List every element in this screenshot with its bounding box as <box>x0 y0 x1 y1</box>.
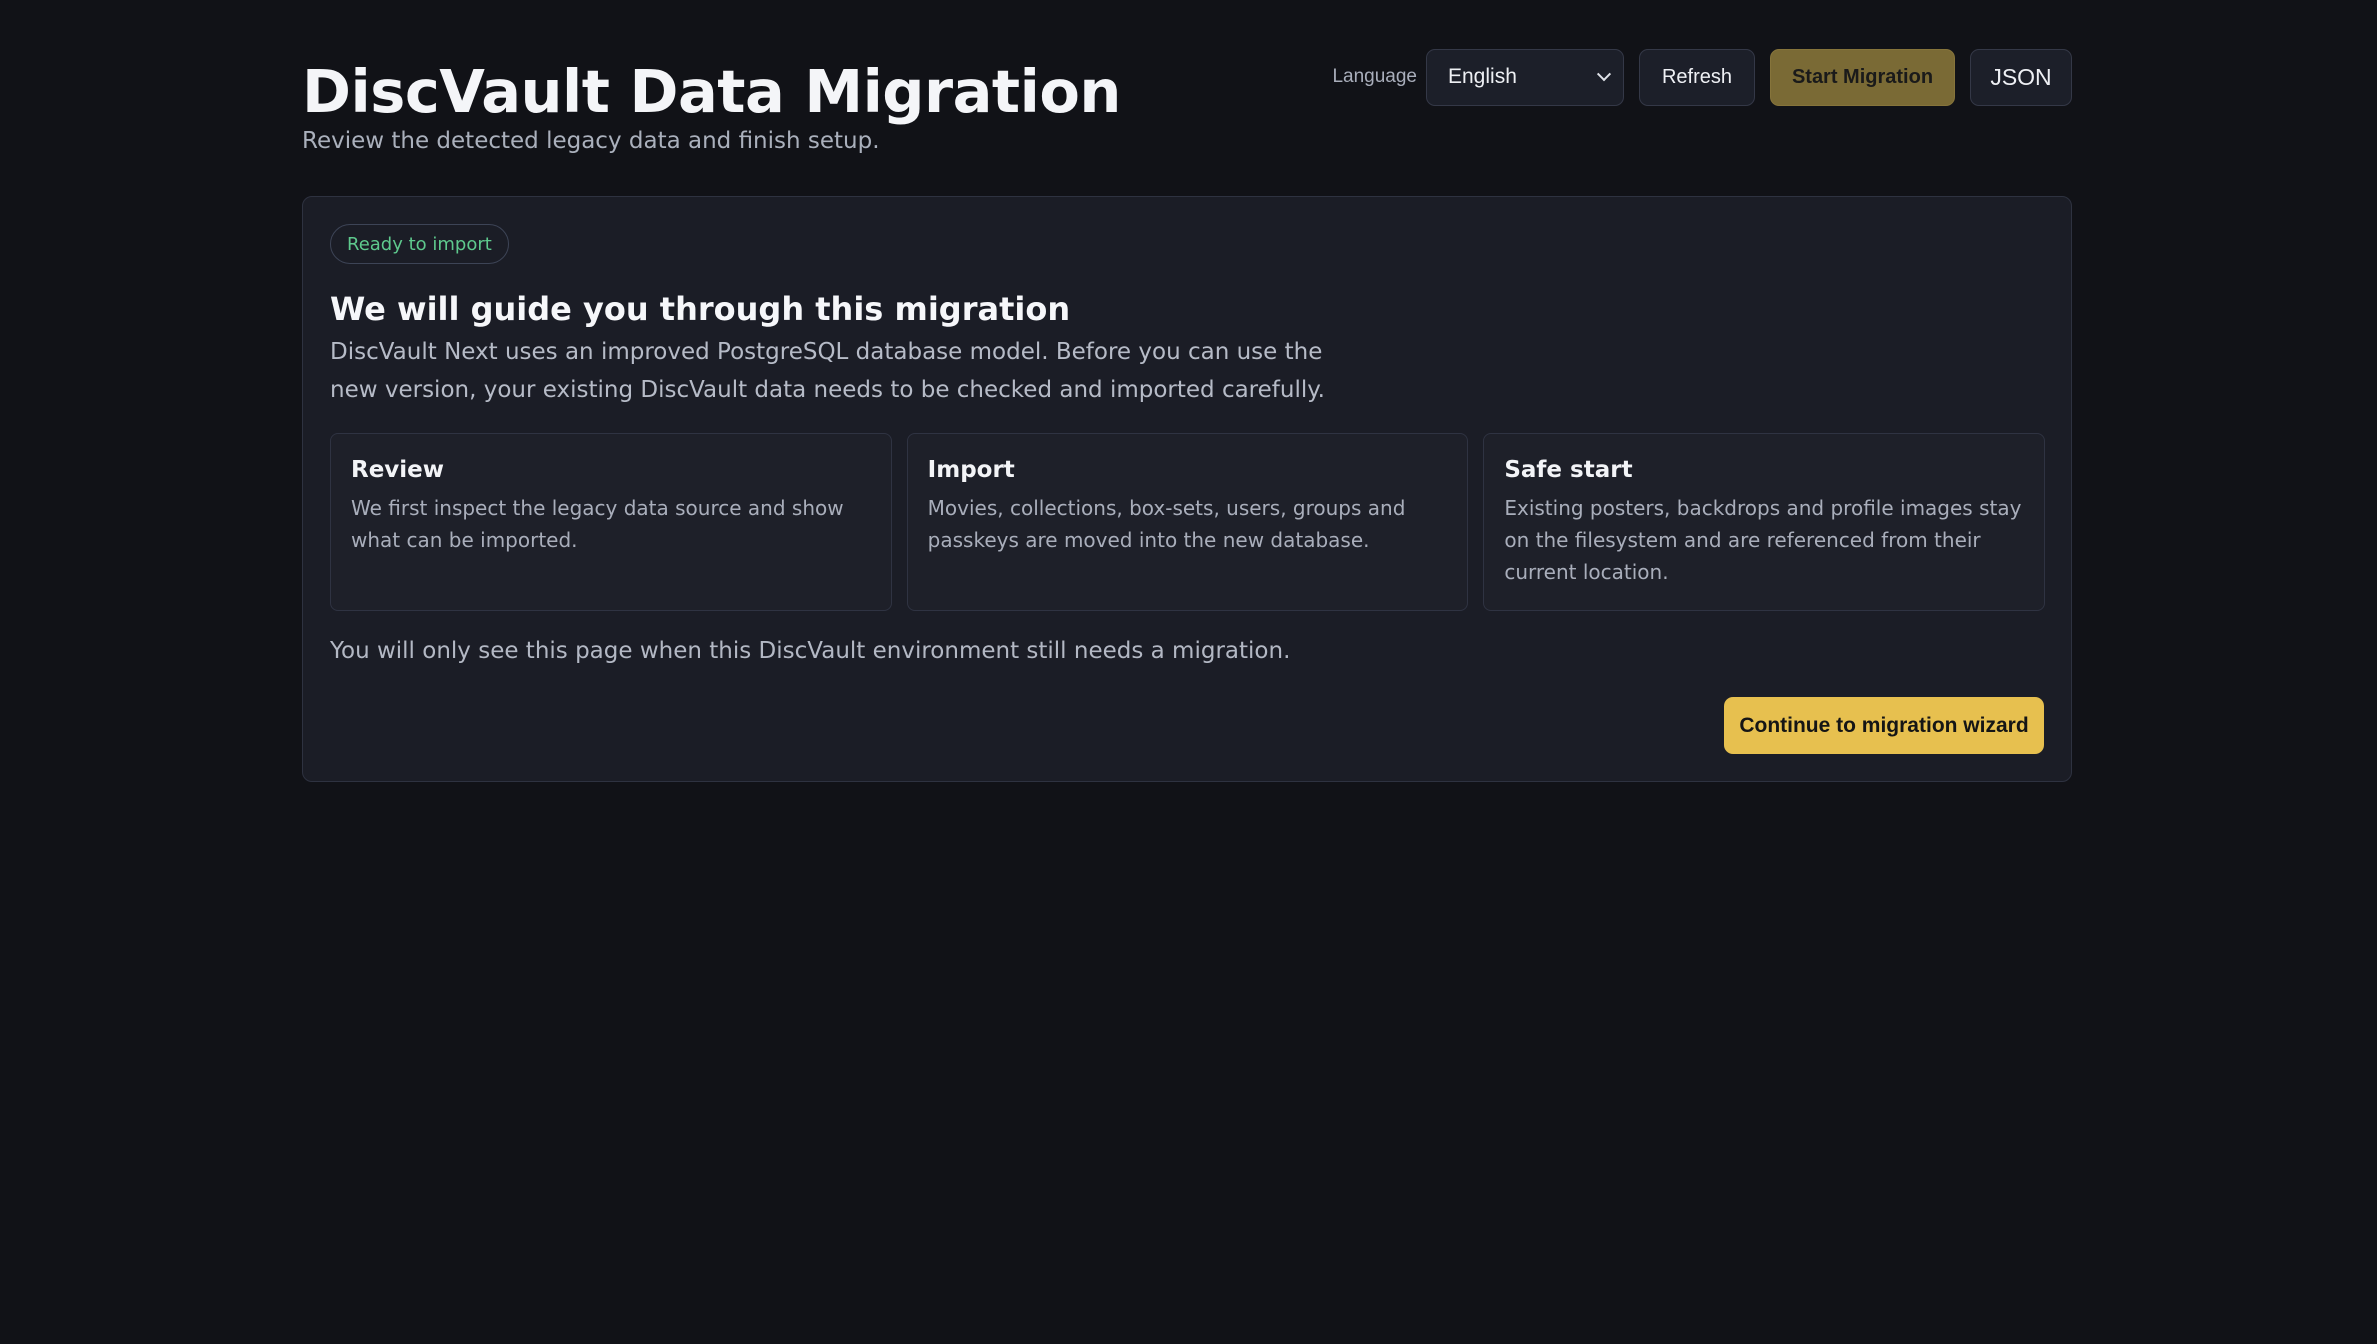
toolbar: Language English Refresh Start Migration… <box>1332 48 2072 106</box>
language-select[interactable]: English <box>1426 48 1624 106</box>
page-subtitle: Review the detected legacy data and fini… <box>302 128 880 154</box>
step-card-import: Import Movies, collections, box-sets, us… <box>906 433 1469 611</box>
migration-note: You will only see this page when this Di… <box>330 638 1291 664</box>
step-title: Import <box>927 457 1015 483</box>
step-card-safe-start: Safe start Existing posters, backdrops a… <box>1483 433 2046 611</box>
migration-card: Ready to import We will guide you throug… <box>302 196 2072 782</box>
step-text: We first inspect the legacy data source … <box>351 496 844 552</box>
card-title: We will guide you through this migration <box>330 290 1071 328</box>
page-header: DiscVault Data Migration Review the dete… <box>302 48 2072 168</box>
step-text: Existing posters, backdrops and profile … <box>1504 496 2022 584</box>
step-title: Safe start <box>1504 457 1633 483</box>
continue-wizard-button[interactable]: Continue to migration wizard <box>1724 697 2044 754</box>
page-title: DiscVault Data Migration <box>302 57 1121 126</box>
chevron-down-icon <box>1596 67 1612 82</box>
refresh-button[interactable]: Refresh <box>1639 48 1755 106</box>
start-migration-button[interactable]: Start Migration <box>1770 48 1955 106</box>
status-badge: Ready to import <box>330 224 509 264</box>
language-label: Language <box>1332 66 1417 87</box>
step-title: Review <box>351 457 445 483</box>
step-card-review: Review We first inspect the legacy data … <box>330 433 892 611</box>
language-select-value: English <box>1448 65 1517 88</box>
step-text: Movies, collections, box-sets, users, gr… <box>927 496 1406 552</box>
json-button[interactable]: JSON <box>1970 48 2072 106</box>
card-intro: DiscVault Next uses an improved PostgreS… <box>330 339 1325 403</box>
steps-list: Review We first inspect the legacy data … <box>330 433 2046 611</box>
